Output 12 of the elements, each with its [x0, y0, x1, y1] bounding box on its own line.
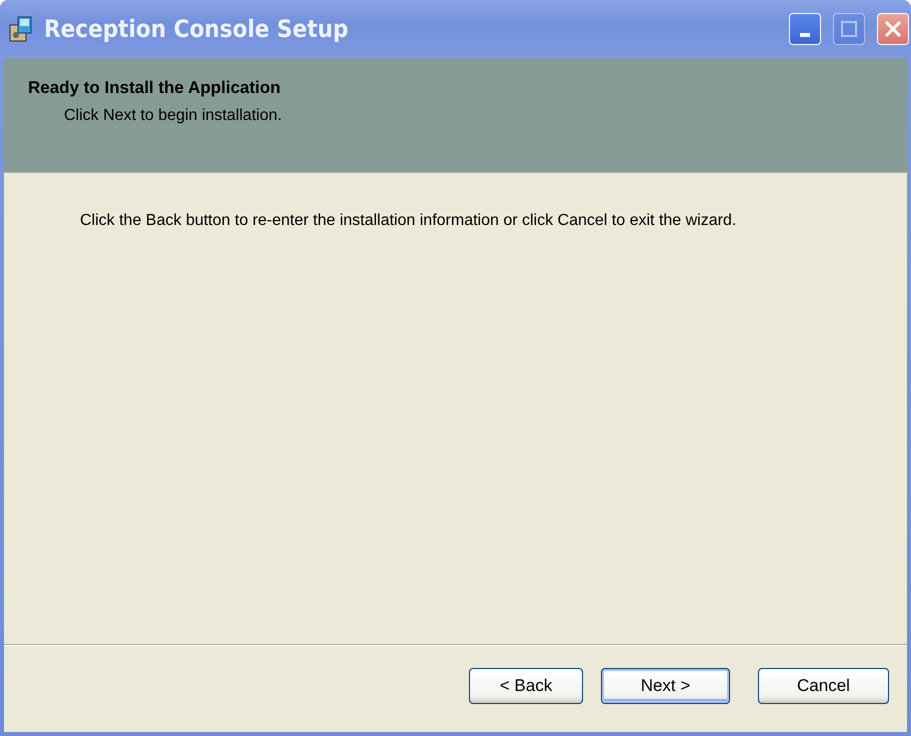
window-title: Reception Console Setup [44, 15, 350, 43]
header-subtitle: Click Next to begin installation. [63, 107, 283, 125]
wizard-button[interactable]: Next > [601, 668, 730, 704]
header-title: Ready to Install the Application [28, 78, 282, 98]
close-button[interactable] [877, 13, 909, 45]
minimize-icon [800, 33, 810, 37]
wizard-button[interactable]: Cancel [758, 668, 889, 704]
close-icon [884, 20, 902, 38]
instruction-text: Click the Back button to re-enter the installation information or click Cancel to exit the wizard. [80, 211, 738, 230]
maximize-icon [841, 21, 857, 37]
wizard-button[interactable]: < Back [469, 668, 583, 704]
minimize-button[interactable] [789, 13, 821, 45]
